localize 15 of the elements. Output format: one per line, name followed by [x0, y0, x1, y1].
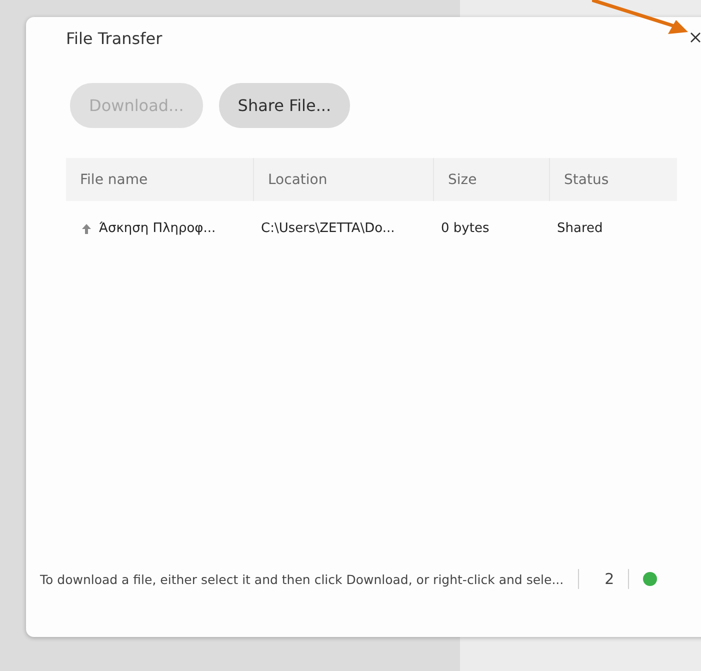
status-hint: To download a file, either select it and then click Download, or right-click and sele... — [40, 572, 564, 586]
share-file-button[interactable]: Share File... — [218, 83, 350, 128]
connection-dot — [643, 572, 658, 586]
table-cell-text: C:\Users\ZETTA\Do... — [260, 221, 396, 236]
column-header[interactable]: Status — [549, 158, 677, 201]
dialog-title: File Transfer — [66, 29, 162, 50]
table-cell-text: 0 bytes — [440, 221, 490, 236]
column-header[interactable]: Location — [253, 158, 433, 201]
status-count: 2 — [604, 570, 614, 588]
table-cell: Άσκηση Πληροφ... — [99, 221, 216, 236]
column-header[interactable]: Size — [433, 158, 549, 201]
up-arrow-icon — [82, 224, 91, 234]
table-cell-text: Shared — [556, 221, 604, 236]
close-icon[interactable] — [690, 32, 701, 43]
column-header[interactable]: File name — [66, 158, 253, 201]
